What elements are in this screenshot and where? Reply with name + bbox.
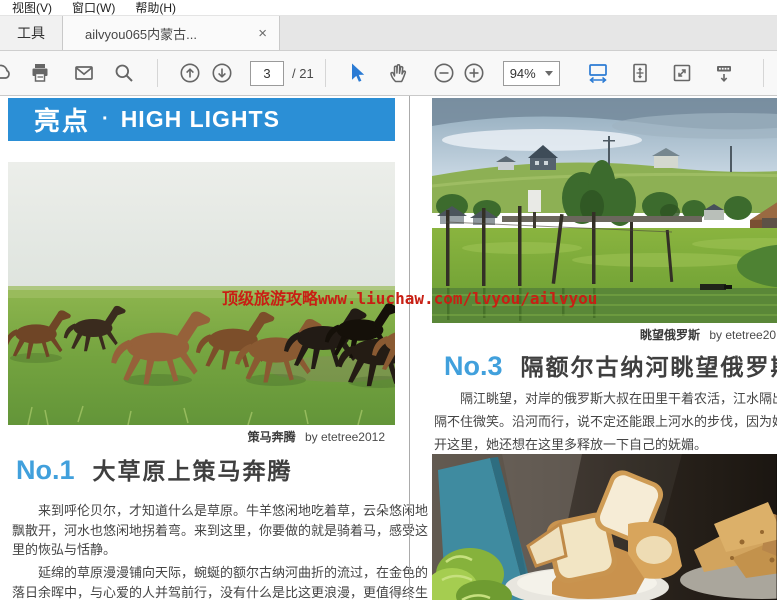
- chevron-down-icon: [545, 71, 553, 76]
- right-page: 眺望俄罗斯 by etetree2012 No.3 隔额尔古纳河眺望俄罗斯 隔江…: [432, 96, 777, 600]
- pdf-reader-window: { "window": { "menu_items": ["视图(V)", "窗…: [0, 0, 777, 600]
- photo-caption-title: 策马奔腾: [248, 430, 296, 444]
- heading-number: No.1: [16, 455, 75, 486]
- page-divider: [409, 96, 410, 600]
- banner-title-en: HIGH LIGHTS: [121, 106, 280, 133]
- section-banner: 亮点 · HIGH LIGHTS: [8, 98, 395, 141]
- toolbar: / 21 94%: [0, 51, 777, 96]
- paragraph-line: 延绵的草原漫漫铺向天际，蜿蜒的额尔古纳河曲折的流过，在金色的: [12, 563, 428, 583]
- paragraph: 隔江眺望，对岸的俄罗斯大叔在田里干着农活，江水隔出了国界， 隔不住微笑。沿河而行…: [434, 387, 777, 456]
- fullscreen-icon[interactable]: [670, 61, 694, 85]
- email-icon[interactable]: [72, 61, 96, 85]
- paragraph-line: 飘散开，河水也悠闲地拐着弯。来到这里，你要做的就是骑着马，感受这: [12, 521, 428, 541]
- page-total-label: / 21: [292, 66, 314, 81]
- heading-number: No.3: [444, 351, 503, 382]
- paragraph-line: 里的恢弘与恬静。: [12, 540, 428, 560]
- close-icon[interactable]: ×: [254, 26, 271, 41]
- paragraph-line: 隔江眺望，对岸的俄罗斯大叔在田里干着农活，江水隔出了国界，: [434, 387, 777, 410]
- food-photo: [432, 454, 777, 600]
- select-tool-icon[interactable]: [344, 61, 368, 85]
- photo-caption-credit: by etetree2012: [305, 430, 385, 444]
- photo-caption-title: 眺望俄罗斯: [640, 328, 700, 342]
- photo-caption-credit: by etetree2012: [709, 328, 777, 342]
- page-number-box: [250, 61, 284, 86]
- page-up-icon[interactable]: [178, 61, 202, 85]
- tab-document-title: ailvyou065内蒙古...: [85, 24, 254, 43]
- paragraph-line: 来到呼伦贝尔，才知道什么是草原。牛羊悠闲地吃着草，云朵悠闲地: [12, 501, 428, 521]
- page-number-input[interactable]: [250, 61, 284, 86]
- heading-title: 隔额尔古纳河眺望俄罗斯: [521, 348, 777, 382]
- zoom-out-icon[interactable]: [432, 61, 456, 85]
- document-viewport[interactable]: 亮点 · HIGH LIGHTS: [0, 96, 777, 600]
- article-heading: No.1 大草原上策马奔腾: [16, 452, 293, 486]
- fit-page-icon[interactable]: [628, 61, 652, 85]
- menu-window[interactable]: 窗口(W): [68, 0, 119, 16]
- menu-help[interactable]: 帮助(H): [131, 0, 180, 16]
- zoom-in-icon[interactable]: [462, 61, 486, 85]
- photo-caption: 策马奔腾 by etetree2012: [8, 428, 385, 445]
- zoom-level-value: 94%: [510, 66, 545, 81]
- photo-caption: 眺望俄罗斯 by etetree2012: [640, 326, 777, 343]
- hand-tool-icon[interactable]: [386, 61, 410, 85]
- paragraph-line: 开这里，她还想在这里多释放一下自己的妩媚。: [434, 433, 777, 456]
- paragraph: 延绵的草原漫漫铺向天际，蜿蜒的额尔古纳河曲折的流过，在金色的 落日余晖中，与心爱…: [12, 563, 428, 600]
- fit-width-icon[interactable]: [586, 61, 610, 85]
- tab-document[interactable]: ailvyou065内蒙古... ×: [63, 16, 280, 50]
- menu-bar: 视图(V) 窗口(W) 帮助(H): [0, 0, 777, 16]
- tab-bar: 工具 ailvyou065内蒙古... ×: [0, 16, 777, 51]
- search-icon[interactable]: [112, 61, 136, 85]
- article-heading: No.3 隔额尔古纳河眺望俄罗斯: [444, 348, 777, 382]
- banner-title-zh: 亮点: [34, 101, 90, 138]
- banner-dot: ·: [102, 108, 109, 131]
- zoom-level-select[interactable]: 94%: [503, 61, 560, 86]
- paragraph-line: 落日余晖中，与心爱的人并驾前行，没有什么是比这更浪漫，更值得终生: [12, 583, 428, 600]
- paragraph: 来到呼伦贝尔，才知道什么是草原。牛羊悠闲地吃着草，云朵悠闲地 飘散开，河水也悠闲…: [12, 501, 428, 560]
- page-down-icon[interactable]: [210, 61, 234, 85]
- collapse-toolbar-icon[interactable]: [712, 61, 736, 85]
- paragraph-line: 隔不住微笑。沿河而行，说不定还能跟上河水的步伐，因为她并不想离: [434, 410, 777, 433]
- toolbar-separator: [325, 59, 326, 87]
- heading-title: 大草原上策马奔腾: [93, 452, 293, 486]
- print-icon[interactable]: [28, 61, 52, 85]
- tab-tools[interactable]: 工具: [0, 16, 63, 50]
- watermark-text: 顶级旅游攻略www.liuchaw.com/lvyou/ailvyou: [222, 285, 597, 309]
- cloud-icon[interactable]: [0, 61, 11, 85]
- toolbar-separator: [763, 59, 764, 87]
- toolbar-separator: [157, 59, 158, 87]
- menu-view[interactable]: 视图(V): [8, 0, 56, 16]
